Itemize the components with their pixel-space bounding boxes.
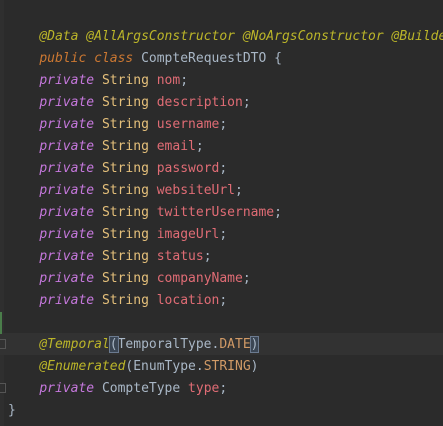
- semicolon: ;: [274, 205, 282, 220]
- enum-value: STRING: [203, 359, 251, 374]
- close-paren: ): [250, 359, 259, 374]
- enum-type: TemporalType: [117, 337, 212, 352]
- field-name: nom: [156, 73, 181, 88]
- semicolon: ;: [242, 271, 251, 286]
- field-name: description: [156, 95, 243, 110]
- open-brace: {: [274, 51, 282, 66]
- code-line-field[interactable]: private String description;: [8, 92, 251, 114]
- field-type: String: [101, 205, 149, 220]
- code-line-enumerated[interactable]: @Enumerated(EnumType.STRING): [8, 356, 258, 378]
- field-name: location: [156, 293, 220, 308]
- modifier-private: private: [39, 95, 95, 110]
- field-type: String: [101, 161, 149, 176]
- field-type: String: [101, 183, 149, 198]
- field-type: CompteType: [101, 381, 181, 396]
- enum-type: EnumType: [133, 359, 196, 374]
- code-line-field[interactable]: private String websiteUrl;: [8, 180, 243, 202]
- code-line-field-type[interactable]: private CompteType type;: [8, 378, 227, 400]
- annotation-enumerated: @Enumerated: [39, 359, 126, 374]
- enum-value: DATE: [219, 337, 251, 352]
- modifier-private: private: [39, 161, 95, 176]
- semicolon: ;: [219, 161, 228, 176]
- dot: .: [195, 359, 204, 374]
- modifier-private: private: [39, 227, 95, 242]
- code-line-field[interactable]: private String status;: [8, 246, 212, 268]
- close-brace: }: [8, 403, 16, 418]
- code-line-field[interactable]: private String twitterUsername;: [8, 202, 282, 224]
- semicolon: ;: [219, 117, 228, 132]
- code-line-closing-brace[interactable]: }: [8, 400, 16, 422]
- annotation-temporal: @Temporal: [39, 337, 110, 352]
- field-type: String: [101, 249, 149, 264]
- modifier-private: private: [39, 205, 95, 220]
- semicolon: ;: [203, 249, 212, 264]
- field-name: type: [188, 381, 220, 396]
- field-name: websiteUrl: [156, 183, 236, 198]
- modifier-private: private: [39, 249, 95, 264]
- field-name: imageUrl: [156, 227, 220, 242]
- code-line-field[interactable]: private String nom;: [8, 70, 188, 92]
- code-line-field[interactable]: private String password;: [8, 158, 227, 180]
- field-type: String: [101, 73, 149, 88]
- semicolon: ;: [195, 139, 204, 154]
- modifier-private: private: [39, 381, 95, 396]
- semicolon: ;: [235, 183, 243, 198]
- modifier-private: private: [39, 183, 95, 198]
- editor-gutter[interactable]: [0, 0, 4, 426]
- field-name: twitterUsername: [156, 205, 275, 220]
- field-name: companyName: [156, 271, 243, 286]
- semicolon: ;: [219, 227, 228, 242]
- modifier-private: private: [39, 139, 95, 154]
- code-line-field[interactable]: private String email;: [8, 136, 204, 158]
- field-type: String: [101, 95, 149, 110]
- modifier-private: private: [39, 117, 95, 132]
- modifier-private: private: [39, 293, 95, 308]
- field-type: String: [101, 271, 149, 286]
- fold-marker-icon[interactable]: [0, 339, 6, 349]
- modifier-private: private: [39, 271, 95, 286]
- code-line-temporal[interactable]: @Temporal(TemporalType.DATE): [8, 334, 260, 356]
- code-line-class-declaration[interactable]: public class CompteRequestDTO {: [8, 26, 282, 66]
- field-type: String: [101, 293, 149, 308]
- code-line-field[interactable]: private String username;: [8, 114, 227, 136]
- code-line-annotations[interactable]: @Data @AllArgsConstructor @NoArgsConstru…: [8, 4, 443, 44]
- open-paren: (: [108, 336, 119, 353]
- field-name: username: [156, 117, 220, 132]
- semicolon: ;: [219, 293, 228, 308]
- class-name: CompteRequestDTO: [141, 51, 267, 66]
- code-line-field[interactable]: private String location;: [8, 290, 227, 312]
- fold-marker-icon[interactable]: [0, 383, 6, 393]
- field-type: String: [101, 117, 149, 132]
- code-line-field[interactable]: private String imageUrl;: [8, 224, 227, 246]
- modifier-private: private: [39, 73, 95, 88]
- field-name: password: [156, 161, 220, 176]
- keyword-class: class: [94, 51, 134, 66]
- code-line-field[interactable]: private String companyName;: [8, 268, 251, 290]
- field-name: email: [156, 139, 196, 154]
- code-editor[interactable]: @Data @AllArgsConstructor @NoArgsConstru…: [0, 0, 443, 426]
- semicolon: ;: [180, 73, 189, 88]
- field-name: status: [156, 249, 204, 264]
- field-type: String: [101, 227, 149, 242]
- semicolon: ;: [219, 381, 228, 396]
- field-type: String: [101, 139, 149, 154]
- annotation-builder: @Builder: [391, 29, 443, 44]
- semicolon: ;: [242, 95, 251, 110]
- change-marker: [0, 312, 2, 334]
- keyword-public: public: [39, 51, 87, 66]
- close-paren: ): [249, 336, 260, 353]
